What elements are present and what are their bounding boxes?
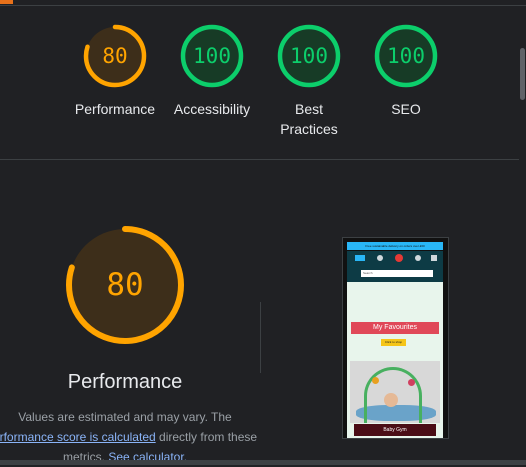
performance-score: 80: [106, 267, 144, 303]
performance-main-gauge: 80: [64, 224, 186, 346]
performance-title: Performance: [67, 371, 183, 393]
note-text: Values are estimated and may vary. The: [18, 410, 232, 424]
top-divider: [0, 5, 526, 6]
gauge-label: Performance: [74, 101, 156, 117]
performance-note: Values are estimated and may vary. The e…: [0, 407, 270, 467]
vertical-divider: [260, 302, 261, 373]
favourites-banner: My Favourites: [351, 322, 439, 334]
gauge-ring: 100: [373, 23, 439, 89]
gauge-label: Accessibility: [173, 101, 251, 117]
gauge-ring: 100: [179, 23, 245, 89]
user-icon: [377, 255, 383, 261]
tab-indicator: [0, 0, 13, 4]
hanging-toy: [408, 379, 415, 386]
site-page: My Favourites Click to shop Baby Gym: [347, 282, 443, 438]
product-caption: Baby Gym: [354, 424, 436, 436]
score-calculated-link[interactable]: erformance score is calculated: [0, 430, 156, 444]
site-search-input: Search: [361, 270, 433, 277]
gauge-score: 80: [102, 44, 128, 68]
note-text: directly from these: [159, 430, 258, 444]
site-search: Search: [347, 265, 443, 282]
heart-icon: [415, 255, 421, 261]
gauge-seo[interactable]: 100 SEO: [356, 23, 456, 119]
gauge-label: Best Practices: [280, 101, 338, 137]
baby: [384, 393, 398, 407]
gauge-ring: 100: [276, 23, 342, 89]
browser-top-strip: [0, 0, 526, 6]
site-delivery-banner: Free sustainable delivery on orders over…: [347, 242, 443, 250]
section-divider: [0, 159, 519, 160]
site-nav: [347, 251, 443, 265]
scrollbar-thumb[interactable]: [520, 48, 525, 100]
gauge-label: SEO: [391, 101, 421, 117]
product-photo: [350, 361, 440, 423]
gauge-score: 100: [290, 44, 328, 68]
gauge-ring: 80: [82, 23, 148, 89]
hanging-toy: [372, 377, 379, 384]
horizontal-scrollbar[interactable]: [0, 460, 526, 465]
gauge-performance[interactable]: 80 Performance: [65, 23, 165, 119]
gauge-best-practices[interactable]: 100 Best Practices: [259, 23, 359, 139]
gauge-score: 100: [387, 44, 425, 68]
menu-icon: [355, 255, 365, 261]
logo-icon: [395, 254, 403, 262]
cart-icon: [431, 255, 437, 261]
shop-button: Click to shop: [381, 339, 406, 346]
vertical-scrollbar[interactable]: [519, 6, 526, 462]
gauge-score: 100: [193, 44, 231, 68]
page-screenshot-thumbnail: Free sustainable delivery on orders over…: [342, 237, 449, 439]
gauge-accessibility[interactable]: 100 Accessibility: [162, 23, 262, 119]
